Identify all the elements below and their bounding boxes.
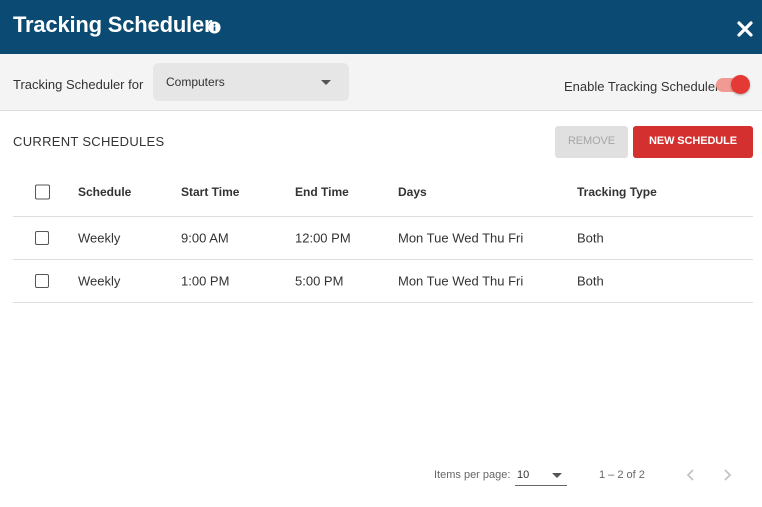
scheduler-toolbar: Tracking Scheduler for Computers Enable … — [0, 54, 762, 111]
cell-end-time: 12:00 PM — [295, 230, 351, 246]
remove-button[interactable]: REMOVE — [555, 126, 628, 158]
toggle-knob — [731, 75, 750, 94]
column-header-days[interactable]: Days — [398, 185, 427, 199]
cell-days: Mon Tue Wed Thu Fri — [398, 273, 524, 289]
paginator: Items per page: 10 1 – 2 of 2 — [0, 460, 762, 490]
target-select[interactable]: Computers — [153, 63, 349, 101]
row-checkbox[interactable] — [35, 274, 49, 288]
row-checkbox[interactable] — [35, 231, 49, 245]
column-header-schedule[interactable]: Schedule — [78, 185, 131, 199]
cell-tracking-type: Both — [577, 273, 604, 289]
table-row[interactable]: Weekly 1:00 PM 5:00 PM Mon Tue Wed Thu F… — [13, 260, 753, 303]
table-header-row: Schedule Start Time End Time Days Tracki… — [13, 168, 753, 217]
table-row[interactable]: Weekly 9:00 AM 12:00 PM Mon Tue Wed Thu … — [13, 217, 753, 260]
schedules-table: Schedule Start Time End Time Days Tracki… — [13, 168, 753, 303]
chevron-down-icon — [321, 80, 331, 85]
cell-schedule: Weekly — [78, 230, 121, 246]
cell-tracking-type: Both — [577, 230, 604, 246]
items-per-page-label: Items per page: — [434, 469, 511, 481]
cell-start-time: 1:00 PM — [181, 273, 230, 289]
enable-scheduler-toggle[interactable] — [716, 75, 750, 94]
new-schedule-button[interactable]: NEW SCHEDULE — [633, 126, 753, 158]
page-range-label: 1 – 2 of 2 — [599, 469, 645, 481]
cell-schedule: Weekly — [78, 273, 121, 289]
target-select-value: Computers — [166, 75, 225, 89]
dialog-title: Tracking Scheduler — [13, 12, 213, 37]
cell-start-time: 9:00 AM — [181, 230, 229, 246]
chevron-left-icon[interactable] — [684, 468, 698, 482]
chevron-down-icon — [552, 473, 562, 478]
items-per-page-select[interactable]: 10 — [515, 465, 567, 486]
section-title: CURRENT SCHEDULES — [13, 134, 165, 149]
cell-end-time: 5:00 PM — [295, 273, 344, 289]
chevron-right-icon[interactable] — [720, 468, 734, 482]
info-icon[interactable] — [208, 21, 221, 34]
cell-days: Mon Tue Wed Thu Fri — [398, 230, 524, 246]
close-icon[interactable] — [737, 21, 753, 37]
column-header-end-time[interactable]: End Time — [295, 185, 349, 199]
enable-scheduler-label: Enable Tracking Scheduler — [564, 79, 720, 94]
select-all-checkbox[interactable] — [35, 184, 50, 200]
items-per-page-value: 10 — [517, 469, 530, 481]
dialog-header: Tracking Scheduler — [0, 0, 762, 54]
column-header-start-time[interactable]: Start Time — [181, 185, 239, 199]
column-header-tracking-type[interactable]: Tracking Type — [577, 185, 657, 199]
scheduler-for-label: Tracking Scheduler for — [13, 77, 144, 92]
